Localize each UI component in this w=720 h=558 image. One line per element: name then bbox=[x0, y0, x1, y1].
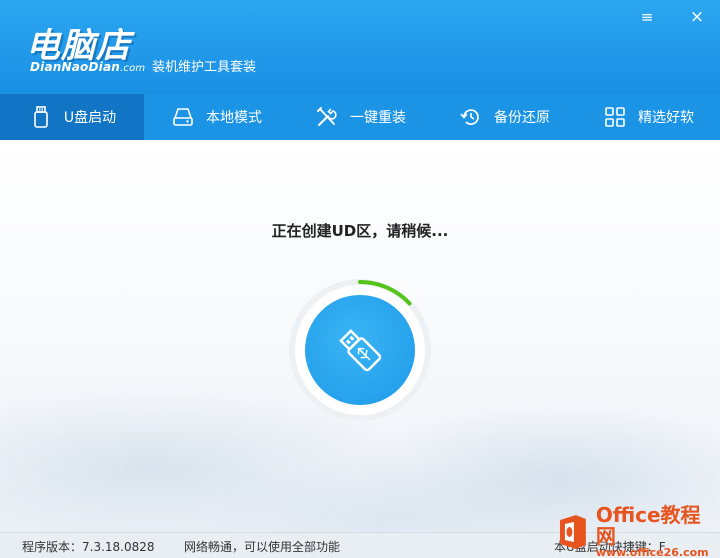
tab-label: 本地模式 bbox=[206, 110, 262, 126]
watermark-url: www.office26.com bbox=[595, 546, 709, 558]
usb-drive-icon bbox=[34, 106, 48, 128]
title-bar: 电脑店 DianNaoDian.com 装机维护工具套装 ≡ × bbox=[0, 0, 720, 94]
tools-icon bbox=[317, 107, 337, 126]
app-logo-subtext: DianNaoDian.com bbox=[30, 60, 145, 74]
office-logo-icon bbox=[559, 515, 586, 549]
usb-stick-icon bbox=[339, 329, 382, 372]
tab-backup-restore[interactable]: 备份还原 bbox=[432, 94, 576, 140]
apps-grid-icon bbox=[605, 107, 625, 127]
close-button[interactable]: × bbox=[686, 8, 708, 26]
watermark-brand: Office教程网 bbox=[595, 503, 701, 549]
main-content: 正在创建UD区，请稍候... bbox=[0, 140, 720, 532]
watermark: Office教程网 www.office26.com bbox=[548, 503, 720, 558]
tab-label: 备份还原 bbox=[494, 110, 550, 126]
tab-local-mode[interactable]: 本地模式 bbox=[144, 94, 288, 140]
network-status: 网络畅通，可以使用全部功能 bbox=[184, 540, 341, 554]
tab-selected-software[interactable]: 精选好软 bbox=[576, 94, 720, 140]
restore-icon bbox=[460, 109, 479, 125]
tab-usb-boot[interactable]: U盘启动 bbox=[0, 94, 144, 140]
tab-label: U盘启动 bbox=[63, 110, 117, 126]
app-subtitle: 装机维护工具套装 bbox=[152, 60, 257, 75]
menu-button[interactable]: ≡ bbox=[636, 8, 658, 26]
status-message: 正在创建UD区，请稍候... bbox=[271, 222, 449, 240]
hard-disk-icon bbox=[173, 108, 193, 126]
main-nav: U盘启动 本地模式 一键重装 备份还原 精选好软 bbox=[0, 94, 720, 140]
logo-domain: DianNaoDian bbox=[30, 60, 121, 74]
tab-one-click-reinstall[interactable]: 一键重装 bbox=[288, 94, 432, 140]
tab-label: 精选好软 bbox=[638, 110, 694, 126]
tab-label: 一键重装 bbox=[350, 110, 406, 126]
version-label: 程序版本：7.3.18.0828 bbox=[22, 540, 155, 554]
usb-circle bbox=[305, 295, 415, 405]
logo-domain-suffix: .com bbox=[120, 63, 146, 74]
